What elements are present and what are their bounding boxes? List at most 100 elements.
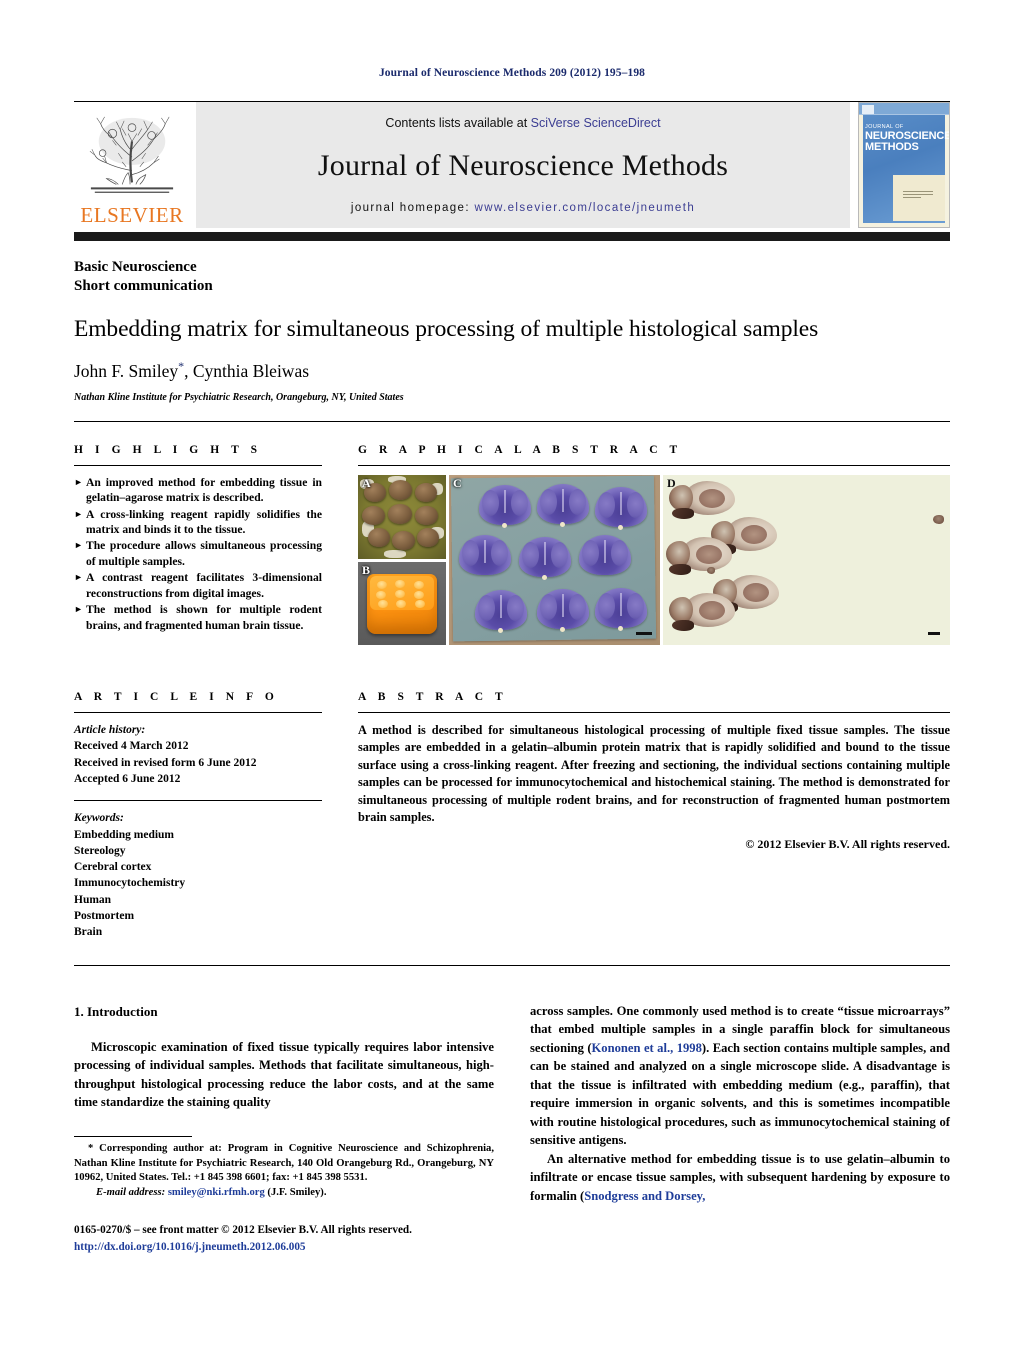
keyword-item: Postmortem [74, 910, 135, 923]
doi-link[interactable]: http://dx.doi.org/10.1016/j.jneumeth.201… [74, 1239, 494, 1255]
list-item: ► The method is shown for multiple roden… [74, 602, 322, 633]
subject-classification: Basic Neuroscience Short communication [74, 258, 950, 296]
subject-line-2: Short communication [74, 278, 213, 295]
graphical-abstract-figure: A B C D [358, 474, 950, 645]
articleinfo-abstract-region: A R T I C L E I N F O Article history: R… [74, 691, 950, 941]
paragraph-text-b: ). Each section contains multiple sample… [530, 1040, 950, 1148]
author-list: John F. Smiley*, Cynthia Bleiwas [74, 359, 950, 382]
highlight-text: The method is shown for multiple rodent … [86, 603, 322, 632]
footnote-rule [74, 1135, 192, 1137]
email-line: E-mail address: smiley@nki.rfmh.org (J.F… [74, 1186, 494, 1201]
highlight-text: An improved method for embedding tissue … [86, 475, 322, 505]
panel-label: D [667, 475, 676, 490]
keywords-list: Keywords: Embedding medium Stereology Ce… [74, 810, 322, 941]
graphical-abstract-column: G R A P H I C A L A B S T R A C T A B C … [358, 444, 950, 645]
body-separator-rule [74, 964, 950, 966]
abstract-heading: A B S T R A C T [358, 690, 508, 703]
highlights-list: ► An improved method for embedding tissu… [74, 475, 322, 633]
bullet-icon: ► [74, 604, 83, 615]
elsevier-logo: ELSEVIER [74, 102, 190, 228]
list-item: ► The procedure allows simultaneous proc… [74, 538, 322, 569]
elsevier-wordmark: ELSEVIER [80, 203, 184, 227]
keyword-item: Human [74, 893, 112, 906]
homepage-prefix: journal homepage: [350, 202, 475, 214]
body-column-right: across samples. One commonly used method… [530, 1002, 950, 1255]
scale-bar [928, 631, 940, 635]
panel-label: C [453, 475, 462, 490]
bullet-icon: ► [74, 572, 83, 583]
highlight-text: A contrast reagent facilitates 3-dimensi… [86, 571, 322, 600]
author-primary: John F. Smiley [74, 360, 179, 381]
body-two-columns: 1. Introduction Microscopic examination … [74, 1002, 950, 1255]
masthead-center: Contents lists available at SciVerse Sci… [196, 102, 850, 228]
highlights-column: H I G H L I G H T S ► An improved method… [74, 444, 322, 645]
highlights-graphical-region: H I G H L I G H T S ► An improved method… [74, 444, 950, 645]
graphical-abstract-rule [358, 464, 950, 466]
bullet-icon: ► [74, 540, 83, 551]
body-paragraph: An alternative method for embedding tiss… [530, 1150, 950, 1206]
citation-link[interactable]: Snodgress and Dorsey, [584, 1189, 705, 1203]
keyword-item: Embedding medium [74, 828, 175, 841]
sciencedirect-link[interactable]: SciVerse ScienceDirect [531, 116, 661, 130]
highlights-rule [74, 464, 322, 466]
page-title: Embedding matrix for simultaneous proces… [74, 316, 819, 343]
keyword-item: Cerebral cortex [74, 861, 152, 874]
bullet-icon: ► [74, 508, 83, 519]
body-paragraph: across samples. One commonly used method… [530, 1002, 950, 1150]
email-link[interactable]: smiley@nki.rfmh.org [168, 1187, 265, 1198]
keyword-item: Brain [74, 926, 103, 939]
email-suffix: (J.F. Smiley). [267, 1186, 327, 1198]
highlight-text: The procedure allows simultaneous proces… [86, 539, 322, 568]
issn-block: 0165-0270/$ – see front matter © 2012 El… [74, 1222, 494, 1254]
issn-line: 0165-0270/$ – see front matter © 2012 El… [74, 1224, 412, 1237]
corresponding-author-note: * Corresponding author at: Program in Co… [74, 1142, 494, 1184]
citation-link[interactable]: Kononen et al., 1998 [592, 1041, 702, 1055]
subject-line-1: Basic Neuroscience [74, 259, 197, 275]
abstract-column: A B S T R A C T A method is described fo… [358, 691, 950, 941]
section-heading-introduction: 1. Introduction [74, 1003, 158, 1019]
history-item: Received in revised form 6 June 2012 [74, 756, 257, 769]
figure-panel-c: C [449, 474, 660, 645]
homepage-url-link[interactable]: www.elsevier.com/locate/jneumeth [475, 202, 696, 214]
elsevier-tree-icon [89, 116, 174, 193]
highlights-heading: H I G H L I G H T S [74, 443, 262, 456]
cover-inset-box [893, 175, 945, 221]
article-history: Article history: Received 4 March 2012 R… [74, 722, 322, 787]
abstract-text: A method is described for simultaneous h… [358, 722, 950, 825]
body-column-left: 1. Introduction Microscopic examination … [74, 1002, 494, 1255]
footnote-block: * Corresponding author at: Program in Co… [74, 1142, 494, 1200]
body-paragraph: Microscopic examination of fixed tissue … [74, 1039, 494, 1110]
figure-panel-a: A [358, 474, 446, 559]
graphical-abstract-left-panels: A B [358, 474, 446, 645]
paper-page: Journal of Neuroscience Methods 209 (201… [0, 0, 1020, 1351]
history-item: Received 4 March 2012 [74, 740, 189, 753]
journal-title: Journal of Neuroscience Methods [317, 149, 729, 182]
running-head: Journal of Neuroscience Methods 209 (201… [378, 67, 646, 79]
article-info-column: A R T I C L E I N F O Article history: R… [74, 691, 322, 941]
list-item: ► An improved method for embedding tissu… [74, 475, 322, 506]
bullet-icon: ► [74, 476, 83, 487]
graphical-abstract-heading: G R A P H I C A L A B S T R A C T [358, 443, 682, 456]
copyright-notice: © 2012 Elsevier B.V. All rights reserved… [745, 836, 950, 851]
cover-elsevier-icon [862, 105, 874, 114]
article-info-rule [74, 711, 322, 713]
page-content: Journal of Neuroscience Methods 209 (201… [74, 0, 950, 1255]
keyword-item: Stereology [74, 844, 126, 857]
keywords-label: Keywords: [74, 812, 124, 825]
email-label: E-mail address: [96, 1186, 166, 1198]
gel-block [367, 573, 437, 634]
scale-bar [636, 631, 652, 635]
cover-title-text: JOURNAL OF NEUROSCIENCE METHODS [865, 124, 949, 153]
keyword-item: Immunocytochemistry [74, 877, 186, 890]
title-bottom-rule [74, 420, 950, 422]
author-secondary: , Cynthia Bleiwas [184, 360, 310, 381]
history-item: Accepted 6 June 2012 [74, 772, 181, 785]
journal-masthead: ELSEVIER Contents lists available at Sci… [74, 102, 950, 228]
journal-cover-thumbnail: JOURNAL OF NEUROSCIENCE METHODS [858, 102, 950, 228]
article-info-heading: A R T I C L E I N F O [74, 690, 279, 703]
abstract-rule [358, 711, 950, 713]
contents-available-line: Contents lists available at SciVerse Sci… [385, 116, 660, 130]
article-history-label: Article history: [74, 723, 146, 736]
gel-top-face [370, 575, 434, 610]
keywords-rule [74, 800, 322, 802]
